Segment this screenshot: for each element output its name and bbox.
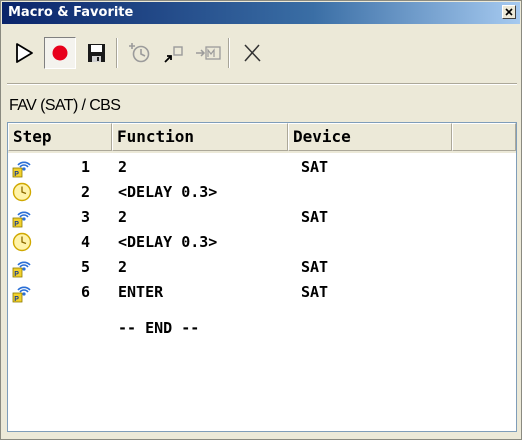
step-device: SAT (301, 283, 329, 301)
step-function: <DELAY 0.3> (118, 233, 218, 251)
toolbar-separator (116, 38, 118, 68)
toolbar-separator (228, 38, 230, 68)
svg-text:P: P (14, 296, 19, 303)
column-header-device[interactable]: Device (288, 123, 452, 151)
step-number: 1 (80, 158, 90, 176)
add-delay-icon (129, 43, 150, 63)
step-function: ENTER (118, 283, 164, 301)
step-device: SAT (301, 158, 329, 176)
insert-macro-icon (196, 46, 221, 60)
table-row[interactable]: P 6 ENTER SAT (8, 280, 516, 305)
step-function: 2 (118, 158, 128, 176)
svg-text:P: P (14, 271, 19, 278)
close-button[interactable] (502, 5, 516, 19)
play-button[interactable] (8, 37, 40, 69)
delete-x-icon (244, 44, 261, 62)
table-row[interactable]: 4 <DELAY 0.3> (8, 230, 516, 255)
record-icon (52, 45, 68, 61)
remote-signal-icon: P (11, 206, 33, 228)
macro-favorite-window: Macro & Favorite FAV (SAT) / CBS Step Fu… (0, 0, 522, 440)
step-function: 2 (118, 208, 128, 226)
step-device: SAT (301, 208, 329, 226)
step-function: 2 (118, 258, 128, 276)
step-number: 6 (80, 283, 90, 301)
toolbar-divider (7, 83, 517, 85)
close-icon (505, 8, 513, 16)
clock-icon (11, 231, 33, 253)
save-button[interactable] (80, 37, 112, 69)
table-row[interactable]: P 1 2 SAT (8, 155, 516, 180)
insert-step-button[interactable] (158, 37, 190, 69)
clock-icon (11, 181, 33, 203)
insert-macro-button[interactable] (192, 37, 224, 69)
svg-text:P: P (14, 221, 19, 228)
table-row[interactable]: P 3 2 SAT (8, 205, 516, 230)
svg-text:P: P (14, 171, 19, 178)
record-button[interactable] (44, 37, 76, 69)
remote-signal-icon: P (11, 281, 33, 303)
column-header-empty[interactable] (452, 123, 516, 151)
macro-name-label: FAV (SAT) / CBS (9, 97, 121, 114)
macro-steps-list[interactable]: Step Function Device P 1 2 SAT 2 <DELAY … (7, 122, 517, 432)
remote-signal-icon: P (11, 256, 33, 278)
table-row[interactable]: 2 <DELAY 0.3> (8, 180, 516, 205)
column-header-function[interactable]: Function (112, 123, 288, 151)
play-icon (16, 43, 33, 63)
column-header-step[interactable]: Step (8, 123, 112, 151)
window-title: Macro & Favorite (8, 5, 134, 20)
title-bar[interactable]: Macro & Favorite (2, 2, 520, 24)
insert-step-icon (164, 46, 183, 63)
step-function: <DELAY 0.3> (118, 183, 218, 201)
delete-button[interactable] (236, 37, 268, 69)
step-number: 3 (80, 208, 90, 226)
step-number: 5 (80, 258, 90, 276)
toolbar (2, 25, 520, 83)
floppy-disk-icon (88, 44, 105, 62)
list-header: Step Function Device (8, 123, 516, 153)
step-device: SAT (301, 258, 329, 276)
step-number: 2 (80, 183, 90, 201)
add-delay-button[interactable] (124, 37, 156, 69)
remote-signal-icon: P (11, 156, 33, 178)
table-row[interactable]: P 5 2 SAT (8, 255, 516, 280)
step-number: 4 (80, 233, 90, 251)
end-marker: -- END -- (118, 319, 200, 337)
